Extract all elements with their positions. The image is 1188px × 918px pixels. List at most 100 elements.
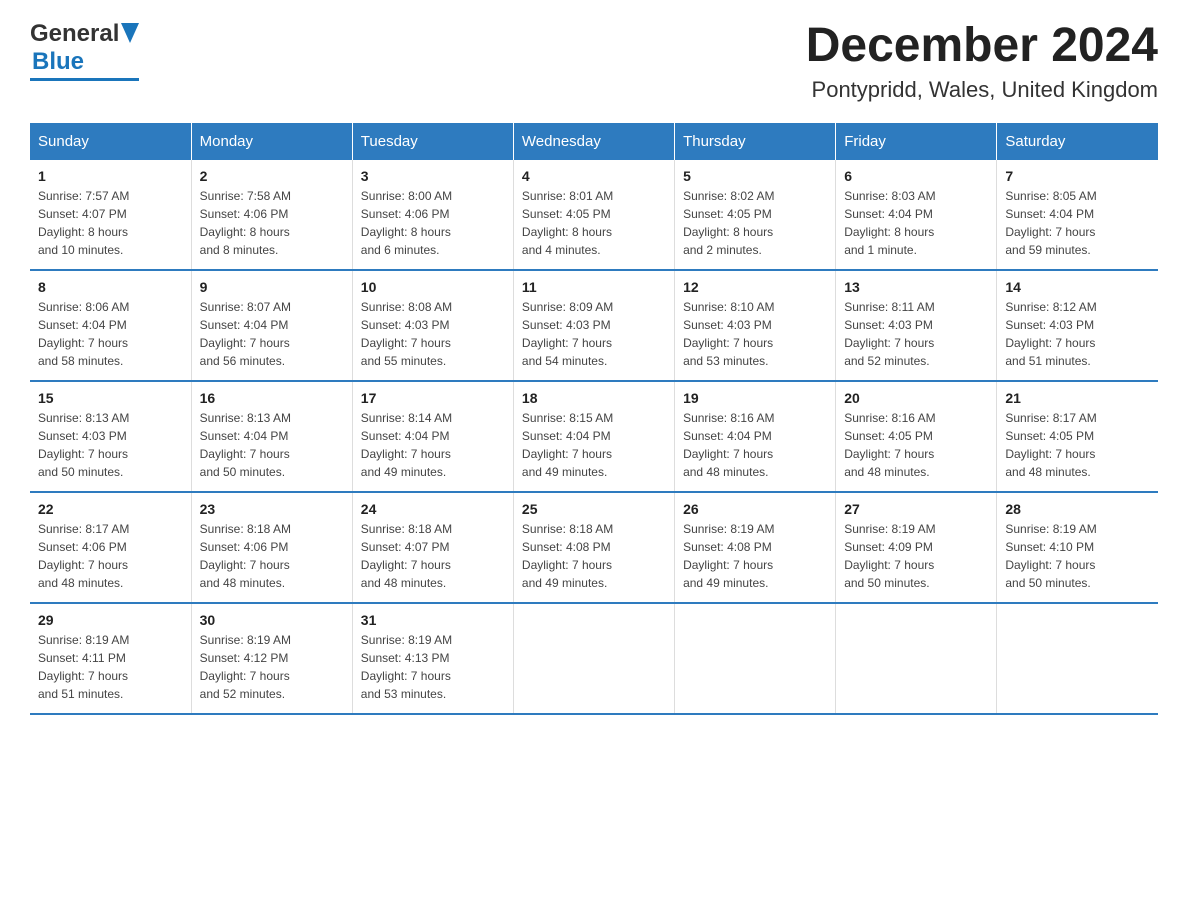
day-info: Sunrise: 8:17 AMSunset: 4:05 PMDaylight:… xyxy=(1005,411,1096,479)
day-info: Sunrise: 8:17 AMSunset: 4:06 PMDaylight:… xyxy=(38,522,129,590)
header-friday: Friday xyxy=(836,123,997,160)
calendar-table: SundayMondayTuesdayWednesdayThursdayFrid… xyxy=(30,123,1158,715)
calendar-cell: 6 Sunrise: 8:03 AMSunset: 4:04 PMDaylight… xyxy=(836,160,997,270)
day-number: 10 xyxy=(361,279,505,295)
header-saturday: Saturday xyxy=(997,123,1158,160)
calendar-cell: 17 Sunrise: 8:14 AMSunset: 4:04 PMDayligh… xyxy=(352,381,513,492)
day-info: Sunrise: 8:18 AMSunset: 4:06 PMDaylight:… xyxy=(200,522,291,590)
calendar-cell: 20 Sunrise: 8:16 AMSunset: 4:05 PMDayligh… xyxy=(836,381,997,492)
calendar-cell xyxy=(997,603,1158,714)
calendar-cell: 19 Sunrise: 8:16 AMSunset: 4:04 PMDayligh… xyxy=(675,381,836,492)
day-number: 20 xyxy=(844,390,988,406)
day-info: Sunrise: 8:19 AMSunset: 4:08 PMDaylight:… xyxy=(683,522,774,590)
day-info: Sunrise: 8:18 AMSunset: 4:08 PMDaylight:… xyxy=(522,522,613,590)
calendar-cell: 14 Sunrise: 8:12 AMSunset: 4:03 PMDayligh… xyxy=(997,270,1158,381)
calendar-cell: 8Sunrise: 8:06 AMSunset: 4:04 PMDaylight… xyxy=(30,270,191,381)
calendar-week-row: 15 Sunrise: 8:13 AMSunset: 4:03 PMDayligh… xyxy=(30,381,1158,492)
logo-underline xyxy=(30,78,139,81)
calendar-week-row: 1 Sunrise: 7:57 AMSunset: 4:07 PMDaylight… xyxy=(30,160,1158,270)
day-number: 6 xyxy=(844,168,988,184)
calendar-header-row: SundayMondayTuesdayWednesdayThursdayFrid… xyxy=(30,123,1158,160)
day-number: 12 xyxy=(683,279,827,295)
page-header: General Blue December 2024 Pontypridd, W… xyxy=(30,20,1158,103)
calendar-cell xyxy=(836,603,997,714)
day-number: 19 xyxy=(683,390,827,406)
day-number: 21 xyxy=(1005,390,1150,406)
day-info: Sunrise: 8:08 AMSunset: 4:03 PMDaylight:… xyxy=(361,300,452,368)
calendar-cell: 25 Sunrise: 8:18 AMSunset: 4:08 PMDayligh… xyxy=(513,492,674,603)
header-monday: Monday xyxy=(191,123,352,160)
day-number: 9 xyxy=(200,279,344,295)
calendar-cell xyxy=(675,603,836,714)
logo-general-text: General xyxy=(30,20,119,48)
calendar-cell: 2Sunrise: 7:58 AMSunset: 4:06 PMDaylight… xyxy=(191,160,352,270)
day-info: Sunrise: 8:00 AMSunset: 4:06 PMDaylight:… xyxy=(361,189,452,257)
day-info: Sunrise: 8:16 AMSunset: 4:05 PMDaylight:… xyxy=(844,411,935,479)
day-number: 14 xyxy=(1005,279,1150,295)
calendar-cell: 5Sunrise: 8:02 AMSunset: 4:05 PMDaylight… xyxy=(675,160,836,270)
calendar-cell: 27 Sunrise: 8:19 AMSunset: 4:09 PMDayligh… xyxy=(836,492,997,603)
calendar-cell: 10 Sunrise: 8:08 AMSunset: 4:03 PMDayligh… xyxy=(352,270,513,381)
day-number: 22 xyxy=(38,501,183,517)
title-block: December 2024 Pontypridd, Wales, United … xyxy=(806,20,1158,103)
day-number: 7 xyxy=(1005,168,1150,184)
day-info: Sunrise: 8:14 AMSunset: 4:04 PMDaylight:… xyxy=(361,411,452,479)
day-number: 16 xyxy=(200,390,344,406)
day-number: 3 xyxy=(361,168,505,184)
day-info: Sunrise: 7:57 AMSunset: 4:07 PMDaylight:… xyxy=(38,189,129,257)
day-number: 29 xyxy=(38,612,183,628)
day-info: Sunrise: 8:01 AMSunset: 4:05 PMDaylight:… xyxy=(522,189,613,257)
day-info: Sunrise: 8:06 AMSunset: 4:04 PMDaylight:… xyxy=(38,300,129,368)
page-title: December 2024 xyxy=(806,20,1158,73)
calendar-cell: 13 Sunrise: 8:11 AMSunset: 4:03 PMDayligh… xyxy=(836,270,997,381)
day-info: Sunrise: 8:11 AMSunset: 4:03 PMDaylight:… xyxy=(844,300,935,368)
calendar-cell: 28 Sunrise: 8:19 AMSunset: 4:10 PMDayligh… xyxy=(997,492,1158,603)
day-number: 24 xyxy=(361,501,505,517)
day-number: 23 xyxy=(200,501,344,517)
day-info: Sunrise: 8:19 AMSunset: 4:11 PMDaylight:… xyxy=(38,633,129,701)
day-number: 17 xyxy=(361,390,505,406)
day-number: 13 xyxy=(844,279,988,295)
day-number: 11 xyxy=(522,279,666,295)
calendar-week-row: 22 Sunrise: 8:17 AMSunset: 4:06 PMDayligh… xyxy=(30,492,1158,603)
calendar-cell: 26Sunrise: 8:19 AMSunset: 4:08 PMDayligh… xyxy=(675,492,836,603)
logo-triangle-icon xyxy=(121,23,139,43)
day-info: Sunrise: 8:13 AMSunset: 4:04 PMDaylight:… xyxy=(200,411,291,479)
calendar-cell: 31Sunrise: 8:19 AMSunset: 4:13 PMDayligh… xyxy=(352,603,513,714)
calendar-cell: 3 Sunrise: 8:00 AMSunset: 4:06 PMDaylight… xyxy=(352,160,513,270)
day-number: 27 xyxy=(844,501,988,517)
calendar-cell: 4 Sunrise: 8:01 AMSunset: 4:05 PMDaylight… xyxy=(513,160,674,270)
header-thursday: Thursday xyxy=(675,123,836,160)
calendar-cell: 12 Sunrise: 8:10 AMSunset: 4:03 PMDayligh… xyxy=(675,270,836,381)
day-info: Sunrise: 8:13 AMSunset: 4:03 PMDaylight:… xyxy=(38,411,129,479)
calendar-cell xyxy=(513,603,674,714)
calendar-cell: 16 Sunrise: 8:13 AMSunset: 4:04 PMDayligh… xyxy=(191,381,352,492)
day-number: 4 xyxy=(522,168,666,184)
day-info: Sunrise: 8:12 AMSunset: 4:03 PMDaylight:… xyxy=(1005,300,1096,368)
header-tuesday: Tuesday xyxy=(352,123,513,160)
day-info: Sunrise: 8:10 AMSunset: 4:03 PMDaylight:… xyxy=(683,300,774,368)
calendar-cell: 24Sunrise: 8:18 AMSunset: 4:07 PMDayligh… xyxy=(352,492,513,603)
day-number: 15 xyxy=(38,390,183,406)
calendar-cell: 21 Sunrise: 8:17 AMSunset: 4:05 PMDayligh… xyxy=(997,381,1158,492)
day-info: Sunrise: 8:07 AMSunset: 4:04 PMDaylight:… xyxy=(200,300,291,368)
day-info: Sunrise: 8:19 AMSunset: 4:12 PMDaylight:… xyxy=(200,633,291,701)
day-number: 2 xyxy=(200,168,344,184)
calendar-cell: 7 Sunrise: 8:05 AMSunset: 4:04 PMDaylight… xyxy=(997,160,1158,270)
day-info: Sunrise: 8:19 AMSunset: 4:09 PMDaylight:… xyxy=(844,522,935,590)
day-info: Sunrise: 8:03 AMSunset: 4:04 PMDaylight:… xyxy=(844,189,935,257)
day-number: 5 xyxy=(683,168,827,184)
day-info: Sunrise: 8:05 AMSunset: 4:04 PMDaylight:… xyxy=(1005,189,1096,257)
day-number: 28 xyxy=(1005,501,1150,517)
day-number: 25 xyxy=(522,501,666,517)
header-wednesday: Wednesday xyxy=(513,123,674,160)
day-number: 30 xyxy=(200,612,344,628)
day-info: Sunrise: 8:16 AMSunset: 4:04 PMDaylight:… xyxy=(683,411,774,479)
page-subtitle: Pontypridd, Wales, United Kingdom xyxy=(806,77,1158,103)
calendar-cell: 29 Sunrise: 8:19 AMSunset: 4:11 PMDayligh… xyxy=(30,603,191,714)
day-info: Sunrise: 8:19 AMSunset: 4:10 PMDaylight:… xyxy=(1005,522,1096,590)
calendar-cell: 23 Sunrise: 8:18 AMSunset: 4:06 PMDayligh… xyxy=(191,492,352,603)
calendar-cell: 15 Sunrise: 8:13 AMSunset: 4:03 PMDayligh… xyxy=(30,381,191,492)
calendar-cell: 30 Sunrise: 8:19 AMSunset: 4:12 PMDayligh… xyxy=(191,603,352,714)
day-number: 1 xyxy=(38,168,183,184)
